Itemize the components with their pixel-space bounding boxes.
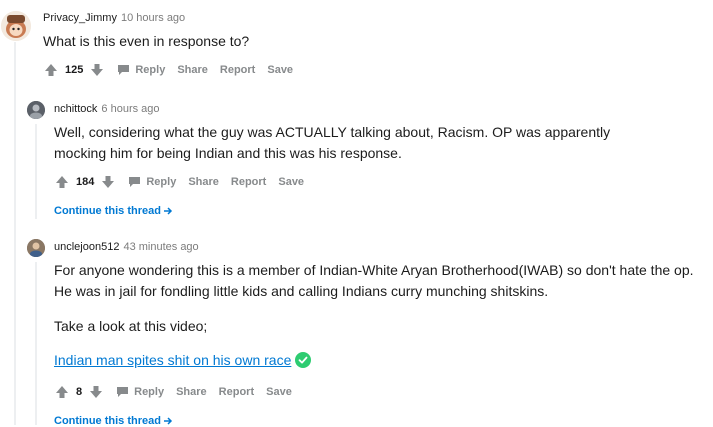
reply-button[interactable]: Reply	[128, 176, 176, 188]
arrow-up-icon[interactable]	[43, 62, 59, 78]
continue-thread-label: Continue this thread	[54, 415, 161, 427]
comment-meta: nchittock 6 hours ago	[54, 103, 160, 115]
arrow-down-icon[interactable]	[89, 62, 105, 78]
vote-count: 125	[65, 64, 84, 76]
check-circle-icon	[295, 352, 312, 368]
avatar[interactable]	[1, 11, 31, 41]
avatar-image	[1, 11, 31, 41]
comment-body: Well, considering what the guy was ACTUA…	[54, 124, 611, 161]
thread-line-nested[interactable]	[35, 124, 37, 219]
save-button[interactable]: Save	[267, 64, 293, 76]
avatar[interactable]	[27, 101, 45, 119]
continue-thread-link[interactable]: Continue this thread	[54, 415, 173, 427]
continue-thread-label: Continue this thread	[54, 205, 161, 217]
comment-body: What is this even in response to?	[43, 33, 250, 49]
save-button[interactable]: Save	[266, 386, 292, 398]
report-button[interactable]: Report	[219, 386, 254, 398]
arrow-up-icon[interactable]	[54, 174, 70, 190]
arrow-right-icon	[163, 207, 173, 215]
comment-body: For anyone wondering this is a member of…	[54, 262, 694, 299]
avatar[interactable]	[27, 239, 45, 257]
vote-count: 8	[76, 386, 83, 398]
avatar-image	[27, 101, 45, 119]
report-button[interactable]: Report	[231, 176, 266, 188]
comment-meta: Privacy_Jimmy 10 hours ago	[43, 12, 185, 24]
timestamp[interactable]: 6 hours ago	[101, 103, 159, 115]
report-button[interactable]: Report	[220, 64, 255, 76]
comment-actions: 125 Reply Share Report Save	[43, 60, 293, 80]
share-button[interactable]: Share	[177, 64, 208, 76]
comment-actions: 8 Reply Share Report Save	[54, 382, 292, 402]
reply-button[interactable]: Reply	[117, 64, 165, 76]
thread-line-nested[interactable]	[35, 262, 37, 425]
speech-bubble-icon	[117, 387, 129, 397]
arrow-down-icon[interactable]	[88, 384, 104, 400]
author-name[interactable]: Privacy_Jimmy	[43, 12, 117, 24]
thread-line-root[interactable]	[14, 42, 16, 425]
reply-label: Reply	[135, 64, 166, 76]
timestamp[interactable]: 43 minutes ago	[123, 241, 198, 253]
share-button[interactable]: Share	[188, 176, 219, 188]
timestamp[interactable]: 10 hours ago	[121, 12, 185, 24]
video-link[interactable]: Indian man spites shit on his own race	[54, 352, 312, 368]
continue-thread-link[interactable]: Continue this thread	[54, 205, 173, 217]
author-name[interactable]: nchittock	[54, 103, 97, 115]
video-link-text[interactable]: Indian man spites shit on his own race	[54, 352, 291, 368]
reply-label: Reply	[134, 386, 165, 398]
comment-actions: 184 Reply Share Report Save	[54, 172, 304, 192]
reply-button[interactable]: Reply	[116, 386, 164, 398]
share-button[interactable]: Share	[176, 386, 207, 398]
author-name[interactable]: unclejoon512	[54, 241, 119, 253]
speech-bubble-icon	[118, 65, 130, 75]
reply-label: Reply	[146, 176, 177, 188]
arrow-up-icon[interactable]	[54, 384, 70, 400]
vote-count: 184	[76, 176, 95, 188]
avatar-image	[27, 239, 45, 257]
save-button[interactable]: Save	[278, 176, 304, 188]
comment-meta: unclejoon512 43 minutes ago	[54, 241, 199, 253]
arrow-down-icon[interactable]	[100, 174, 116, 190]
speech-bubble-icon	[129, 177, 141, 187]
comment-body-paragraph: Take a look at this video;	[54, 318, 208, 334]
